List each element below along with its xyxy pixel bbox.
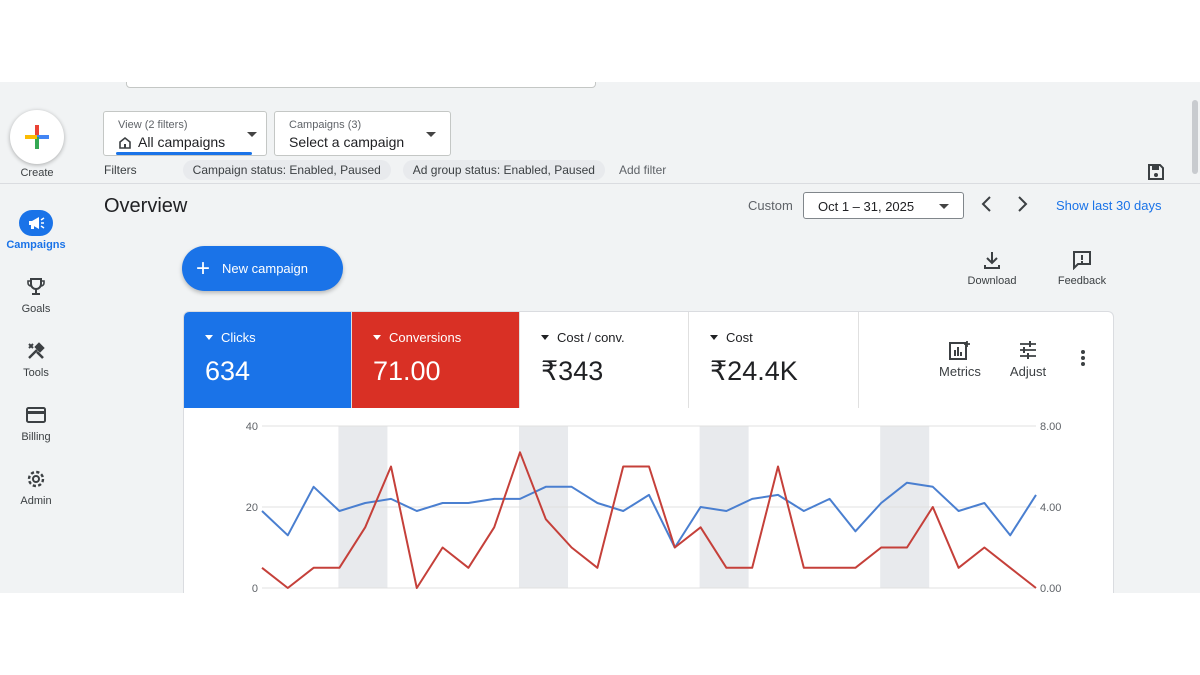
campaign-selector-caption: Campaigns (3) (289, 119, 362, 131)
y-right-tick-label: 0.00 (1040, 583, 1061, 593)
create-label: Create (20, 167, 54, 179)
page-title: Overview (104, 195, 188, 217)
chevron-down-icon (247, 132, 257, 137)
home-icon (119, 136, 131, 149)
scorecard-value: 634 (205, 356, 251, 386)
app-window: Create Campaigns Goals Tools Billing Adm… (0, 82, 1200, 593)
create-button[interactable] (10, 110, 64, 164)
dropdown-triangle-icon (373, 335, 381, 340)
download-label: Download (967, 275, 1017, 287)
sidebar-item-label: Admin (20, 495, 52, 507)
y-right-tick-label: 8.00 (1040, 421, 1061, 433)
add-filter-button[interactable]: Add filter (619, 163, 666, 177)
adjust-label: Adjust (1009, 364, 1047, 379)
dropdown-triangle-icon (541, 335, 549, 340)
sidebar-item-admin[interactable]: Admin (0, 466, 72, 507)
sidebar-item-campaigns[interactable]: Campaigns (0, 210, 72, 251)
active-underline (116, 152, 252, 155)
scorecard-name: Cost / conv. (557, 330, 625, 345)
chevron-down-icon (426, 132, 436, 137)
scorecard-cost[interactable]: Cost ₹24.4K (689, 312, 859, 408)
filters-label: Filters (104, 163, 137, 177)
chevron-down-icon (939, 204, 949, 209)
filters-row: Filters Campaign status: Enabled, Paused… (104, 160, 666, 180)
tools-icon (19, 338, 53, 364)
sidebar-item-label: Tools (23, 367, 49, 379)
y-right-tick-label: 4.00 (1040, 502, 1061, 514)
filter-divider (0, 183, 1200, 184)
trophy-icon (19, 274, 53, 300)
sidebar-item-tools[interactable]: Tools (0, 338, 72, 379)
feedback-label: Feedback (1057, 275, 1107, 287)
date-range-dropdown[interactable]: Oct 1 – 31, 2025 (803, 192, 964, 219)
plus-colored-icon (25, 125, 49, 149)
scorecard-conversions[interactable]: Conversions 71.00 (352, 312, 520, 408)
more-vert-icon[interactable] (1080, 348, 1086, 368)
save-icon[interactable] (1147, 163, 1165, 181)
megaphone-icon (19, 210, 53, 236)
adjust-button[interactable]: Adjust (998, 340, 1058, 379)
scorecard-name: Cost (726, 330, 753, 345)
scorecard-clicks[interactable]: Clicks 634 (184, 312, 352, 408)
sidebar-item-label: Campaigns (6, 239, 66, 251)
plus-icon: + (196, 254, 211, 282)
next-period-icon[interactable] (1012, 194, 1032, 214)
top-search-box[interactable] (126, 82, 596, 88)
scorecard-cost-per-conversion[interactable]: Cost / conv. ₹343 (520, 312, 689, 408)
custom-range-label: Custom (748, 198, 793, 213)
download-icon (984, 252, 1000, 269)
filter-chip-ad-group-status[interactable]: Ad group status: Enabled, Paused (402, 160, 605, 180)
scorecard-name: Conversions (389, 330, 462, 345)
view-filter-dropdown[interactable]: View (2 filters) All campaigns (103, 111, 267, 156)
sidebar-item-goals[interactable]: Goals (0, 274, 72, 315)
show-last-30-days-link[interactable]: Show last 30 days (1056, 198, 1162, 213)
scorecards-panel: Clicks 634 Conversions 71.00 Cost / conv… (183, 311, 1114, 408)
view-filter-value: All campaigns (138, 134, 226, 150)
campaign-selector-dropdown[interactable]: Campaigns (3) Select a campaign (274, 111, 451, 156)
scorecard-value: ₹24.4K (710, 356, 798, 386)
sidebar-item-label: Goals (21, 303, 51, 315)
line-chart: 40 8.00 20 4.00 0 0.00 (246, 421, 1062, 593)
y-left-tick-label: 40 (246, 421, 258, 433)
performance-chart: 40 8.00 20 4.00 0 0.00 (183, 408, 1114, 593)
credit-card-icon (19, 402, 53, 428)
date-range-value: Oct 1 – 31, 2025 (818, 199, 915, 214)
sidebar-item-billing[interactable]: Billing (0, 402, 72, 443)
filter-chip-campaign-status[interactable]: Campaign status: Enabled, Paused (182, 160, 391, 180)
scorecard-value: ₹343 (541, 356, 604, 386)
gear-icon (19, 466, 53, 492)
metrics-label: Metrics (939, 364, 981, 379)
feedback-button[interactable]: Feedback (1047, 250, 1117, 287)
scorecard-name: Clicks (221, 330, 256, 345)
new-campaign-label: New campaign (222, 261, 309, 276)
metrics-chart-icon (949, 341, 970, 360)
scrollbar[interactable] (1192, 100, 1198, 174)
campaign-selector-value: Select a campaign (289, 134, 405, 150)
dropdown-triangle-icon (205, 335, 213, 340)
sliders-icon (1020, 341, 1036, 359)
scorecard-value: 71.00 (373, 356, 441, 386)
previous-period-icon[interactable] (977, 194, 997, 214)
new-campaign-button[interactable]: + New campaign (182, 246, 343, 291)
dropdown-triangle-icon (710, 335, 718, 340)
view-filter-caption: View (2 filters) (118, 119, 188, 131)
sidebar-item-label: Billing (21, 431, 51, 443)
y-left-tick-label: 0 (252, 583, 258, 593)
download-button[interactable]: Download (957, 250, 1027, 287)
metrics-button[interactable]: Metrics (930, 340, 990, 379)
y-left-tick-label: 20 (246, 502, 258, 514)
feedback-icon (1073, 251, 1091, 270)
